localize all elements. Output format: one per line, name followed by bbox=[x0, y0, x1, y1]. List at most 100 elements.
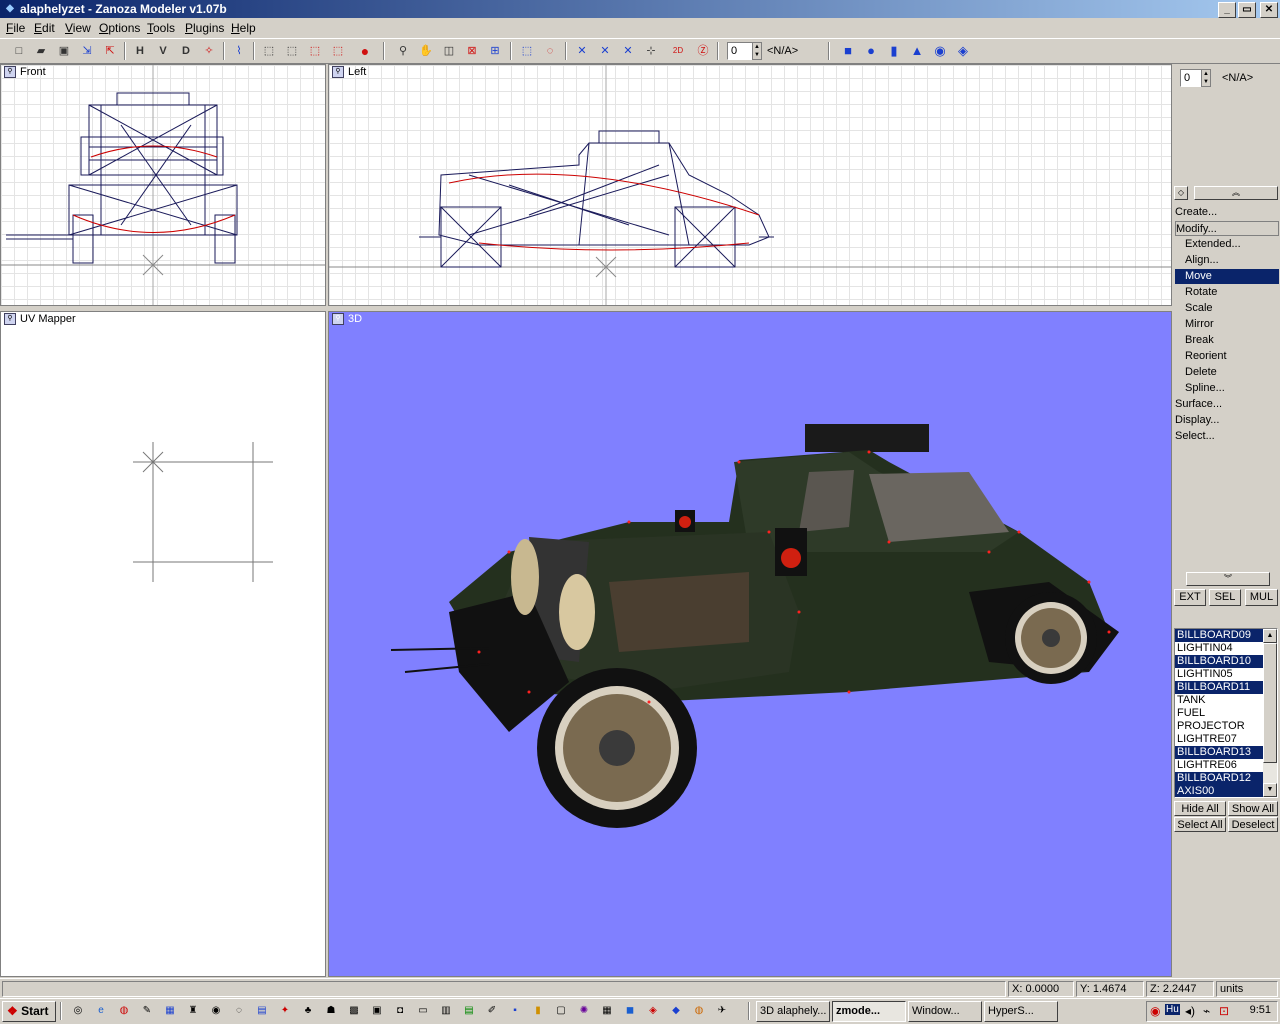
object-list-item[interactable]: BILLBOARD09 bbox=[1175, 629, 1265, 642]
panel-menu-move[interactable]: Move bbox=[1175, 269, 1279, 284]
viewport-zoom-icon[interactable]: ⚲ bbox=[332, 66, 344, 78]
panel-menu-scale[interactable]: Scale bbox=[1175, 301, 1279, 316]
task-zmodeler[interactable]: zmode... bbox=[832, 1001, 906, 1022]
object-list[interactable]: BILLBOARD09 LIGHTIN04 BILLBOARD10 LIGHTIN05… bbox=[1174, 628, 1278, 798]
scroll-down-arrow[interactable]: ▼ bbox=[1263, 783, 1277, 797]
ql-app19-icon[interactable]: ▮ bbox=[530, 1003, 546, 1019]
cube-wire-icon[interactable]: ⬚ bbox=[260, 42, 278, 60]
ql-app17-icon[interactable]: ✐ bbox=[484, 1003, 500, 1019]
hand-pan-icon[interactable]: ✋ bbox=[417, 42, 435, 60]
ql-app24-icon[interactable]: ◈ bbox=[645, 1003, 661, 1019]
sel-button[interactable]: SEL bbox=[1209, 589, 1241, 606]
panel-nav-field[interactable]: <N/A> bbox=[1222, 69, 1253, 87]
panel-spin-input[interactable]: 0 bbox=[1180, 69, 1202, 87]
open-folder-icon[interactable]: ▰ bbox=[32, 42, 50, 60]
toolbar-spin-input[interactable]: 0 bbox=[727, 42, 753, 60]
panel-menu-spline[interactable]: Spline... bbox=[1175, 381, 1279, 396]
object-list-item[interactable]: BILLBOARD13 bbox=[1175, 746, 1265, 759]
panel-menu-break[interactable]: Break bbox=[1175, 333, 1279, 348]
start-button[interactable]: ❖ Start bbox=[2, 1001, 56, 1022]
select-circle-icon[interactable]: ◌ bbox=[541, 42, 559, 60]
z-mode-icon[interactable]: Ⓩ bbox=[694, 42, 712, 60]
ql-desktop-icon[interactable]: ◎ bbox=[70, 1003, 86, 1019]
object-list-item[interactable]: LIGHTRE07 bbox=[1175, 733, 1265, 746]
menu-options[interactable]: Options bbox=[99, 21, 140, 35]
h-button[interactable]: H bbox=[131, 42, 149, 60]
scale-gizmo-icon[interactable]: ✕ bbox=[619, 42, 637, 60]
perspective-viewport[interactable]: ⚲ 3D bbox=[328, 311, 1172, 977]
ql-app14-icon[interactable]: ▭ bbox=[415, 1003, 431, 1019]
new-file-icon[interactable]: □ bbox=[10, 42, 28, 60]
ql-app8-icon[interactable]: ✦ bbox=[277, 1003, 293, 1019]
ql-app21-icon[interactable]: ✺ bbox=[576, 1003, 592, 1019]
panel-toggle-button[interactable]: ◇ bbox=[1174, 186, 1188, 200]
panel-menu-modify[interactable]: Modify... bbox=[1175, 221, 1279, 236]
cube-select-icon[interactable]: ⬚ bbox=[283, 42, 301, 60]
task-alaphelyzet[interactable]: 3D alaphely... bbox=[756, 1001, 830, 1022]
tray-antivirus-icon[interactable]: ◉ bbox=[1150, 1004, 1160, 1018]
menu-help[interactable]: Help bbox=[231, 21, 256, 35]
scroll-thumb[interactable] bbox=[1263, 643, 1277, 763]
ql-app5-icon[interactable]: ◉ bbox=[208, 1003, 224, 1019]
panel-menu-extended[interactable]: Extended... bbox=[1175, 237, 1279, 252]
object-list-item[interactable]: BILLBOARD12 bbox=[1175, 772, 1265, 785]
ql-app11-icon[interactable]: ▩ bbox=[346, 1003, 362, 1019]
tray-volume-icon[interactable]: ◂) bbox=[1185, 1004, 1195, 1018]
ql-app13-icon[interactable]: ◘ bbox=[392, 1003, 408, 1019]
blue-sphere-icon[interactable]: ● bbox=[862, 42, 880, 60]
panel-menu-rotate[interactable]: Rotate bbox=[1175, 285, 1279, 300]
select-rect-icon[interactable]: ⬚ bbox=[518, 42, 536, 60]
scroll-up-arrow[interactable]: ▲ bbox=[1263, 629, 1277, 643]
ql-app26-icon[interactable]: ◍ bbox=[691, 1003, 707, 1019]
close-button[interactable]: ✕ bbox=[1260, 2, 1278, 18]
panel-menu-mirror[interactable]: Mirror bbox=[1175, 317, 1279, 332]
object-list-scrollbar[interactable]: ▲ ▼ bbox=[1263, 629, 1277, 797]
d-button[interactable]: D bbox=[177, 42, 195, 60]
deselect-button[interactable]: Deselect bbox=[1228, 817, 1278, 832]
toolbar-nav-field[interactable]: <N/A> bbox=[767, 42, 798, 60]
blue-teapot-icon[interactable]: ◈ bbox=[954, 42, 972, 60]
sphere-icon[interactable]: ● bbox=[356, 42, 374, 60]
ql-app4-icon[interactable]: ♜ bbox=[185, 1003, 201, 1019]
left-viewport[interactable]: ⚲ Left bbox=[328, 64, 1172, 306]
ql-ie-icon[interactable]: e bbox=[93, 1003, 109, 1019]
ql-app10-icon[interactable]: ☗ bbox=[323, 1003, 339, 1019]
panel-menu-select[interactable]: Select... bbox=[1175, 429, 1279, 444]
blue-cube-icon[interactable]: ■ bbox=[839, 42, 857, 60]
ql-app15-icon[interactable]: ▥ bbox=[438, 1003, 454, 1019]
blue-cylinder-icon[interactable]: ▮ bbox=[885, 42, 903, 60]
ql-app18-icon[interactable]: ▪ bbox=[507, 1003, 523, 1019]
panel-menu-align[interactable]: Align... bbox=[1175, 253, 1279, 268]
toolbar-spin-arrows[interactable]: ▲ ▼ bbox=[752, 42, 762, 60]
ext-button[interactable]: EXT bbox=[1174, 589, 1206, 606]
move-gizmo-icon[interactable]: ✕ bbox=[573, 42, 591, 60]
vertex-tool-icon[interactable]: ✧ bbox=[200, 42, 218, 60]
viewport-zoom-icon[interactable]: ⚲ bbox=[332, 313, 344, 325]
ql-app3-icon[interactable]: ▦ bbox=[162, 1003, 178, 1019]
blue-torus-icon[interactable]: ◉ bbox=[931, 42, 949, 60]
import-icon[interactable]: ⇲ bbox=[78, 42, 96, 60]
panel-menu-display[interactable]: Display... bbox=[1175, 413, 1279, 428]
task-hypersnap[interactable]: HyperS... bbox=[984, 1001, 1058, 1022]
axis-gizmo-icon[interactable]: ⊹ bbox=[642, 42, 660, 60]
cube-delete-icon[interactable]: ⬚ bbox=[329, 42, 347, 60]
tray-network-icon[interactable]: ⌁ bbox=[1203, 1004, 1210, 1018]
object-list-item[interactable]: LIGHTRE06 bbox=[1175, 759, 1265, 772]
ql-app25-icon[interactable]: ◆ bbox=[668, 1003, 684, 1019]
object-list-item[interactable]: LIGHTIN04 bbox=[1175, 642, 1265, 655]
object-list-item[interactable]: PROJECTOR bbox=[1175, 720, 1265, 733]
tray-lock-icon[interactable]: ⊡ bbox=[1219, 1004, 1229, 1018]
maximize-button[interactable]: ▭ bbox=[1238, 2, 1256, 18]
scroll-down-button[interactable]: ︾ bbox=[1186, 572, 1270, 586]
ql-app9-icon[interactable]: ♣ bbox=[300, 1003, 316, 1019]
2d-3d-icon[interactable]: 2D bbox=[669, 42, 687, 60]
ql-app16-icon[interactable]: ▤ bbox=[461, 1003, 477, 1019]
ql-app7-icon[interactable]: ▤ bbox=[254, 1003, 270, 1019]
scroll-up-button[interactable]: ︽ bbox=[1194, 186, 1278, 200]
menu-file[interactable]: File bbox=[6, 21, 25, 35]
zoom-extents-icon[interactable]: ⊠ bbox=[463, 42, 481, 60]
object-list-item[interactable]: TANK bbox=[1175, 694, 1265, 707]
panel-menu-create[interactable]: Create... bbox=[1175, 205, 1279, 220]
zoom-icon[interactable]: ⚲ bbox=[394, 42, 412, 60]
menu-tools[interactable]: Tools bbox=[147, 21, 175, 35]
